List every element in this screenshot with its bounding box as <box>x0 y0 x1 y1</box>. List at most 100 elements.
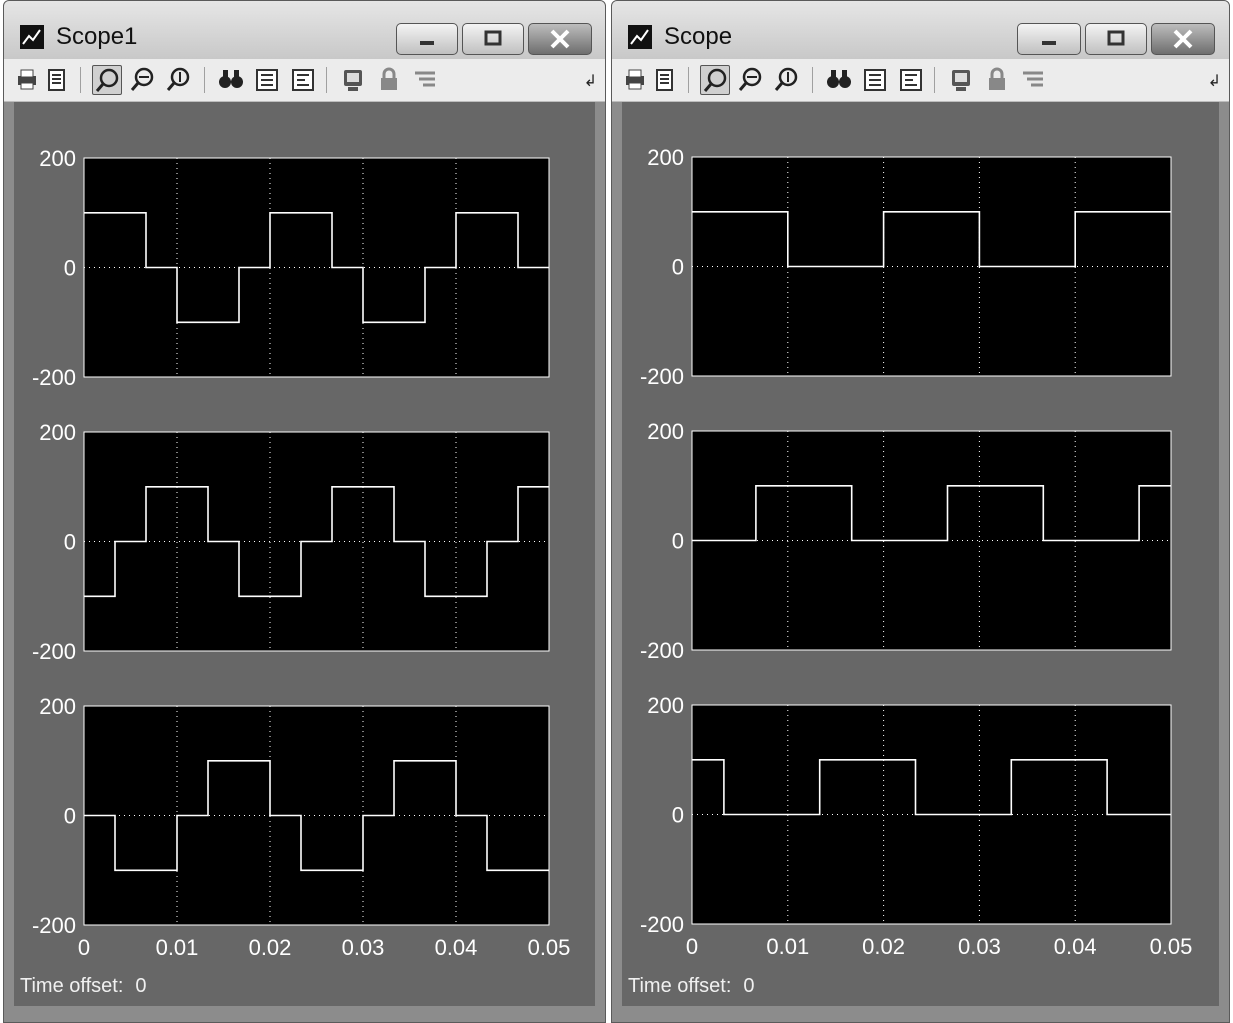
y-tick-label: 0 <box>64 530 76 555</box>
minimize-button[interactable] <box>396 23 458 55</box>
y-tick-label: 0 <box>672 529 684 554</box>
lock-button[interactable] <box>982 65 1012 95</box>
parameters-button[interactable] <box>42 65 72 95</box>
toolbar-overflow-icon[interactable]: ↲ <box>584 71 597 91</box>
maximize-button[interactable] <box>462 23 524 55</box>
parameters-icon <box>656 69 673 91</box>
save-axes-button[interactable] <box>860 65 890 95</box>
scope-window: Scope ↲ 200 0 -200 200 0 -200 200 0 -200 0 0.01 0.0… <box>611 0 1230 1023</box>
zoom-y-icon <box>774 67 798 91</box>
zoom-icon <box>95 68 119 92</box>
close-icon <box>550 29 570 49</box>
scope1-plot-area: 200 0 -200 200 0 -200 200 0 -200 0 0.01 0.02 0.03 0.0… <box>14 102 595 1006</box>
zoom-button[interactable] <box>92 65 122 95</box>
scope-app-icon <box>20 25 44 49</box>
close-button[interactable] <box>528 23 592 55</box>
time-offset: Time offset: 0 <box>628 975 755 998</box>
floating-scope-button[interactable] <box>338 65 368 95</box>
toolbar-separator <box>80 67 81 93</box>
zoom-x-button[interactable] <box>736 65 766 95</box>
maximize-icon <box>1107 30 1125 46</box>
zoom-y-button[interactable] <box>772 65 802 95</box>
scope1-titlebar[interactable]: Scope1 <box>4 1 605 60</box>
x-tick-label: 0.03 <box>342 935 385 960</box>
autoscale-icon <box>827 70 851 88</box>
time-offset: Time offset: 0 <box>20 975 147 998</box>
toolbar-separator <box>688 67 689 93</box>
print-button[interactable] <box>620 65 650 95</box>
scope-plot-1: 200 0 -200 <box>32 146 550 390</box>
autoscale-icon <box>219 70 243 88</box>
signal-selection-button[interactable] <box>410 65 440 95</box>
x-tick-label: 0.05 <box>528 935 571 960</box>
scope-plot-1: 200 0 -200 <box>640 145 1172 389</box>
x-tick-label: 0.01 <box>766 934 809 959</box>
lock-icon <box>989 67 1005 90</box>
toolbar-separator <box>326 67 327 93</box>
zoom-x-icon <box>130 67 154 91</box>
close-button[interactable] <box>1151 23 1215 55</box>
x-tick-label: 0.04 <box>1054 934 1097 959</box>
zoom-icon <box>703 68 727 92</box>
y-tick-label: -200 <box>32 365 76 390</box>
floating-scope-icon <box>344 70 362 91</box>
y-tick-label: 0 <box>672 803 684 828</box>
scope-toolbar: ↲ <box>612 59 1229 102</box>
x-tick-label: 0.04 <box>435 935 478 960</box>
close-icon <box>1173 29 1193 49</box>
zoom-x-button[interactable] <box>128 65 158 95</box>
parameters-button[interactable] <box>650 65 680 95</box>
x-tick-label: 0 <box>78 935 90 960</box>
print-button[interactable] <box>12 65 42 95</box>
autoscale-button[interactable] <box>216 65 246 95</box>
save-axes-icon <box>256 69 278 91</box>
y-tick-label: 0 <box>64 804 76 829</box>
scope-app-icon <box>628 25 652 49</box>
time-offset-value: 0 <box>743 975 755 997</box>
scope-plot-3: 2000-2000 0.01 0.02 0.03 0.04 0.05 <box>640 693 1192 959</box>
scope-axes: 2000-2002000-2002000-2000 0.01 0.02 0.03 0.0… <box>640 145 1192 959</box>
x-tick-label: 0 <box>686 934 698 959</box>
y-tick-label: -200 <box>640 912 684 937</box>
signal-selection-button[interactable] <box>1018 65 1048 95</box>
zoom-y-button[interactable] <box>164 65 194 95</box>
zoom-button[interactable] <box>700 65 730 95</box>
maximize-button[interactable] <box>1085 23 1147 55</box>
scope-plot-area: 200 0 -200 200 0 -200 200 0 -200 0 0.01 0.02 0.03 0.0… <box>622 102 1219 1006</box>
toolbar-overflow-icon[interactable]: ↲ <box>1208 71 1221 91</box>
scope1-window: Scope1 ↲ 200 0 -200 200 0 -200 200 0 -200 0 0.01 0.… <box>3 0 606 1023</box>
toolbar-separator <box>934 67 935 93</box>
scope-plot-2: 200 0 -200 <box>640 419 1172 663</box>
restore-axes-icon <box>292 69 314 91</box>
toolbar-separator <box>812 67 813 93</box>
zoom-x-icon <box>738 67 762 91</box>
toolbar-separator <box>204 67 205 93</box>
y-tick-label: 0 <box>64 256 76 281</box>
x-tick-label: 0.01 <box>156 935 199 960</box>
zoom-y-icon <box>166 67 190 91</box>
save-axes-icon <box>864 69 886 91</box>
floating-scope-button[interactable] <box>946 65 976 95</box>
x-tick-label: 0.03 <box>958 934 1001 959</box>
scope-titlebar[interactable]: Scope <box>612 1 1229 60</box>
restore-axes-button[interactable] <box>288 65 318 95</box>
time-offset-label: Time offset: <box>628 975 732 997</box>
scope1-toolbar: ↲ <box>4 59 605 102</box>
x-tick-label: 0.02 <box>249 935 292 960</box>
x-tick-label: 0.05 <box>1150 934 1193 959</box>
lock-button[interactable] <box>374 65 404 95</box>
y-tick-label: -200 <box>32 639 76 664</box>
parameters-icon <box>48 69 65 91</box>
scope-plot-3: 2000-2000 0.01 0.02 0.03 0.04 0.05 <box>32 694 570 960</box>
time-offset-label: Time offset: <box>20 975 124 997</box>
save-axes-button[interactable] <box>252 65 282 95</box>
autoscale-button[interactable] <box>824 65 854 95</box>
window-title: Scope <box>664 23 733 50</box>
x-tick-label: 0.02 <box>862 934 905 959</box>
minimize-button[interactable] <box>1017 23 1081 55</box>
y-tick-label: 200 <box>39 420 76 445</box>
restore-axes-button[interactable] <box>896 65 926 95</box>
time-offset-value: 0 <box>135 975 147 997</box>
minimize-icon <box>420 41 434 45</box>
window-title: Scope1 <box>56 23 138 50</box>
